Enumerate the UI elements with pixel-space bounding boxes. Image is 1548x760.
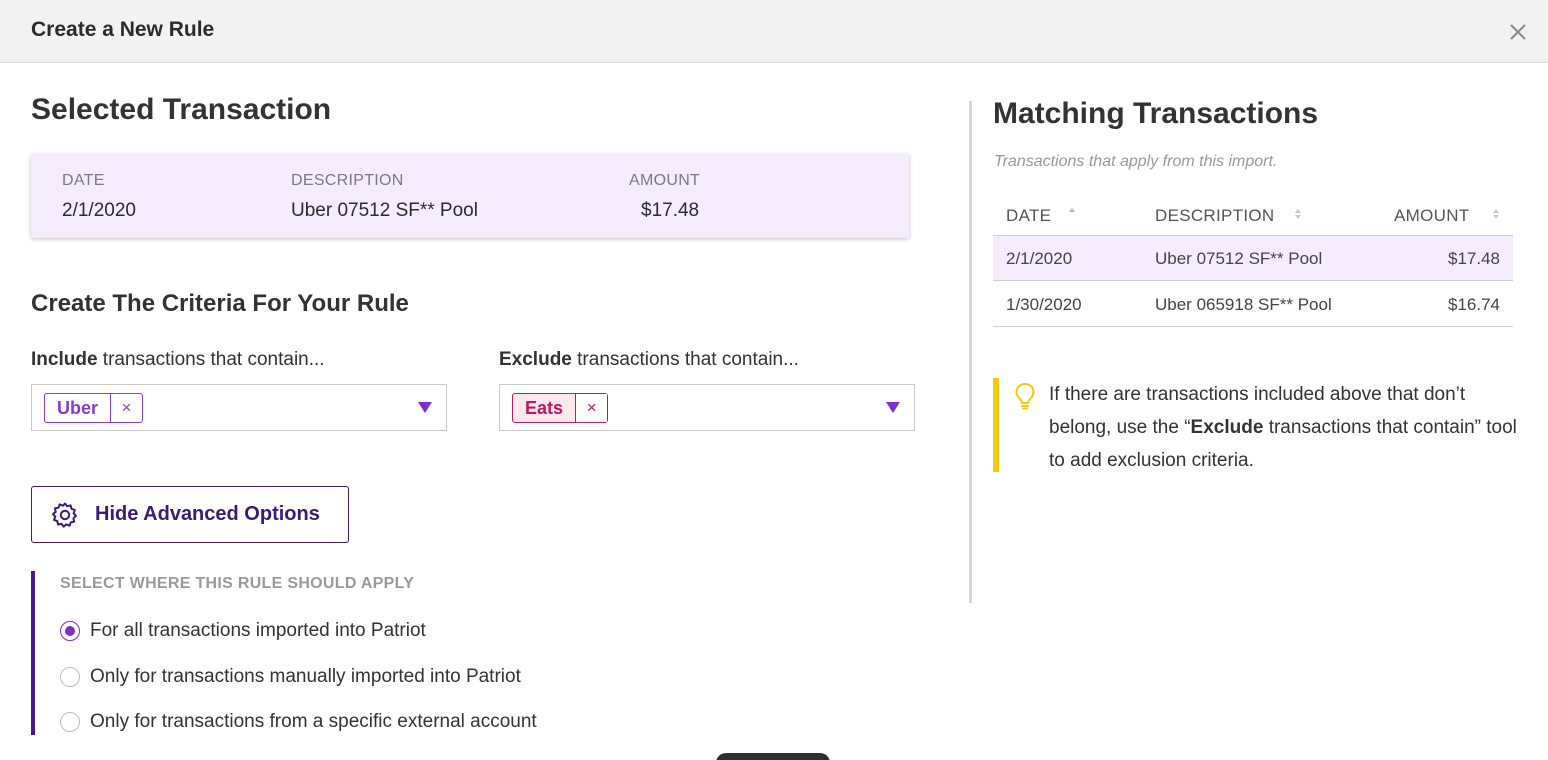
table-row[interactable]: 2/1/2020 Uber 07512 SF** Pool $17.48	[993, 236, 1513, 281]
dialog-title: Create a New Rule	[31, 18, 215, 41]
selected-description-value: Uber 07512 SF** Pool	[291, 200, 478, 221]
column-divider	[969, 101, 972, 603]
exclude-select[interactable]: Eats ×	[499, 384, 915, 431]
apply-option-label: For all transactions imported into Patri…	[90, 620, 426, 641]
remove-tag-icon[interactable]: ×	[575, 394, 608, 422]
hide-advanced-options-label: Hide Advanced Options	[95, 503, 320, 525]
row-date: 1/30/2020	[1006, 295, 1082, 314]
include-label: Include transactions that contain...	[31, 349, 325, 371]
apply-section-heading: SELECT WHERE THIS RULE SHOULD APPLY	[60, 575, 415, 592]
apply-option-external[interactable]: Only for transactions from a specific ex…	[60, 711, 537, 733]
selected-transaction-card: DATE DESCRIPTION AMOUNT 2/1/2020 Uber 07…	[31, 154, 909, 238]
table-row[interactable]: 1/30/2020 Uber 065918 SF** Pool $16.74	[993, 282, 1513, 327]
matching-transactions-subtitle: Transactions that apply from this import…	[994, 153, 1278, 170]
tip-text-bold: Exclude	[1190, 417, 1264, 438]
radio-button-checked[interactable]	[60, 621, 80, 641]
apply-section-accent	[31, 571, 35, 735]
dropdown-caret-icon[interactable]	[886, 402, 900, 413]
include-select[interactable]: Uber ×	[31, 384, 447, 431]
dialog-header: Create a New Rule	[0, 0, 1548, 63]
sort-icon[interactable]	[1492, 208, 1500, 220]
exclude-label-rest: transactions that contain...	[571, 349, 799, 370]
sort-ascending-icon[interactable]	[1068, 207, 1076, 219]
exclude-label-bold: Exclude	[499, 349, 572, 370]
row-amount: $16.74	[1448, 295, 1500, 314]
exclude-label: Exclude transactions that contain...	[499, 349, 799, 371]
apply-option-label: Only for transactions from a specific ex…	[90, 711, 537, 732]
column-header-amount[interactable]: AMOUNT	[1394, 206, 1469, 226]
include-label-rest: transactions that contain...	[97, 349, 325, 370]
selected-transaction-heading: Selected Transaction	[31, 93, 332, 126]
include-tag-uber: Uber ×	[44, 393, 144, 423]
gear-icon	[52, 502, 77, 528]
column-header-description[interactable]: DESCRIPTION	[1155, 206, 1274, 226]
tip-text: If there are transactions included above…	[1049, 378, 1529, 477]
selected-date-value: 2/1/2020	[62, 200, 136, 221]
tip-accent-bar	[993, 378, 999, 472]
footer-button-partial[interactable]	[716, 753, 830, 760]
hide-advanced-options-button[interactable]: Hide Advanced Options	[31, 486, 349, 543]
radio-button[interactable]	[60, 667, 80, 687]
include-tag-label: Uber	[57, 397, 99, 418]
include-label-bold: Include	[31, 349, 98, 370]
apply-option-label: Only for transactions manually imported …	[90, 666, 521, 687]
apply-option-all[interactable]: For all transactions imported into Patri…	[60, 620, 426, 642]
apply-option-manual[interactable]: Only for transactions manually imported …	[60, 666, 521, 688]
row-date: 2/1/2020	[1006, 249, 1073, 268]
selected-description-label: DESCRIPTION	[291, 172, 404, 189]
column-header-date[interactable]: DATE	[1006, 206, 1051, 226]
sort-icon[interactable]	[1294, 208, 1302, 220]
selected-amount-label: AMOUNT	[629, 172, 701, 189]
dropdown-caret-icon[interactable]	[418, 402, 432, 413]
row-description: Uber 07512 SF** Pool	[1155, 249, 1323, 268]
selected-amount-value: $17.48	[641, 200, 700, 221]
row-description: Uber 065918 SF** Pool	[1155, 295, 1332, 314]
remove-tag-icon[interactable]: ×	[110, 394, 142, 422]
criteria-heading: Create The Criteria For Your Rule	[31, 290, 409, 317]
close-icon[interactable]	[1505, 19, 1531, 45]
radio-button[interactable]	[60, 712, 80, 732]
exclude-tag-eats: Eats ×	[512, 393, 609, 423]
lightbulb-icon	[1015, 383, 1035, 410]
row-amount: $17.48	[1448, 249, 1500, 268]
selected-date-label: DATE	[62, 172, 105, 189]
exclude-tag-label: Eats	[525, 397, 564, 418]
matching-transactions-heading: Matching Transactions	[993, 97, 1319, 130]
